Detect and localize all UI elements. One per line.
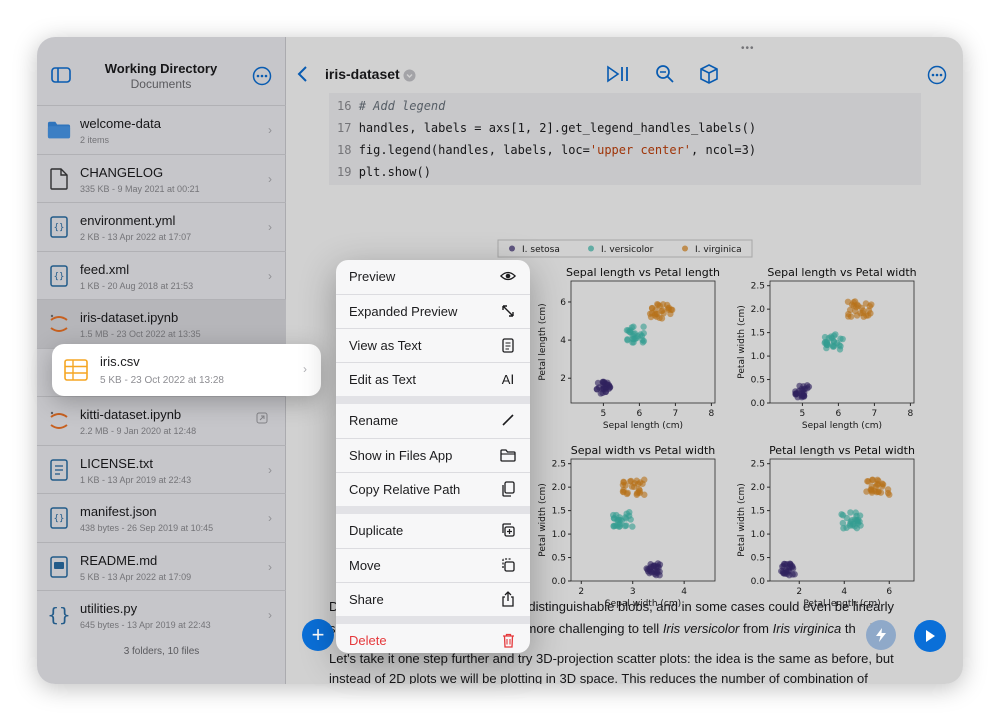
- menu-label: Copy Relative Path: [349, 482, 461, 497]
- menu-label: Show in Files App: [349, 448, 453, 463]
- eye-icon: [500, 268, 516, 284]
- menu-item-show-in-files[interactable]: Show in Files App: [336, 438, 530, 472]
- menu-label: Rename: [349, 413, 399, 428]
- menu-label: Edit as Text: [349, 372, 416, 387]
- menu-item-copy-relative-path[interactable]: Copy Relative Path: [336, 472, 530, 506]
- copy-path-icon: [500, 481, 516, 497]
- folder-outline-icon: [500, 447, 516, 463]
- menu-item-share[interactable]: Share: [336, 582, 530, 616]
- menu-separator: [336, 506, 530, 514]
- menu-item-view-as-text[interactable]: View as Text: [336, 328, 530, 362]
- pencil-icon: [500, 412, 516, 428]
- menu-separator: [336, 616, 530, 624]
- menu-item-expanded-preview[interactable]: Expanded Preview: [336, 294, 530, 328]
- file-meta: 5 KB - 23 Oct 2022 at 13:28: [100, 375, 224, 386]
- menu-item-move[interactable]: Move: [336, 548, 530, 582]
- text-cursor-icon: AI: [501, 371, 515, 387]
- dragged-file-card[interactable]: iris.csv 5 KB - 23 Oct 2022 at 13:28 ›: [52, 344, 321, 396]
- run-cell-button[interactable]: [914, 620, 946, 652]
- menu-separator: [336, 396, 530, 404]
- menu-item-duplicate[interactable]: Duplicate: [336, 514, 530, 548]
- menu-label: Expanded Preview: [349, 304, 458, 319]
- menu-label: Preview: [349, 269, 396, 284]
- add-cell-button[interactable]: +: [302, 619, 334, 651]
- menu-label: View as Text: [349, 338, 422, 353]
- menu-label: Duplicate: [349, 523, 404, 538]
- expand-arrows-icon: [500, 303, 516, 319]
- menu-label: Share: [349, 592, 384, 607]
- lightning-button[interactable]: [866, 620, 896, 650]
- menu-item-rename[interactable]: Rename: [336, 404, 530, 438]
- share-icon: [500, 591, 516, 607]
- menu-item-preview[interactable]: Preview: [336, 260, 530, 294]
- document-text-icon: [500, 337, 516, 353]
- menu-label: Delete: [349, 633, 387, 648]
- lightning-icon: [876, 628, 886, 642]
- play-icon: [926, 630, 935, 642]
- move-icon: [500, 557, 516, 573]
- chevron-right-icon: ›: [303, 362, 307, 376]
- duplicate-icon: [500, 522, 516, 538]
- table-file-icon: [64, 359, 88, 386]
- menu-item-delete[interactable]: Delete: [336, 624, 530, 653]
- context-menu: Preview Expanded Preview View as Text Ed…: [336, 260, 530, 653]
- trash-icon: [500, 632, 516, 648]
- file-name: iris.csv: [100, 354, 140, 369]
- menu-item-edit-as-text[interactable]: Edit as Text AI: [336, 362, 530, 396]
- menu-label: Move: [349, 558, 381, 573]
